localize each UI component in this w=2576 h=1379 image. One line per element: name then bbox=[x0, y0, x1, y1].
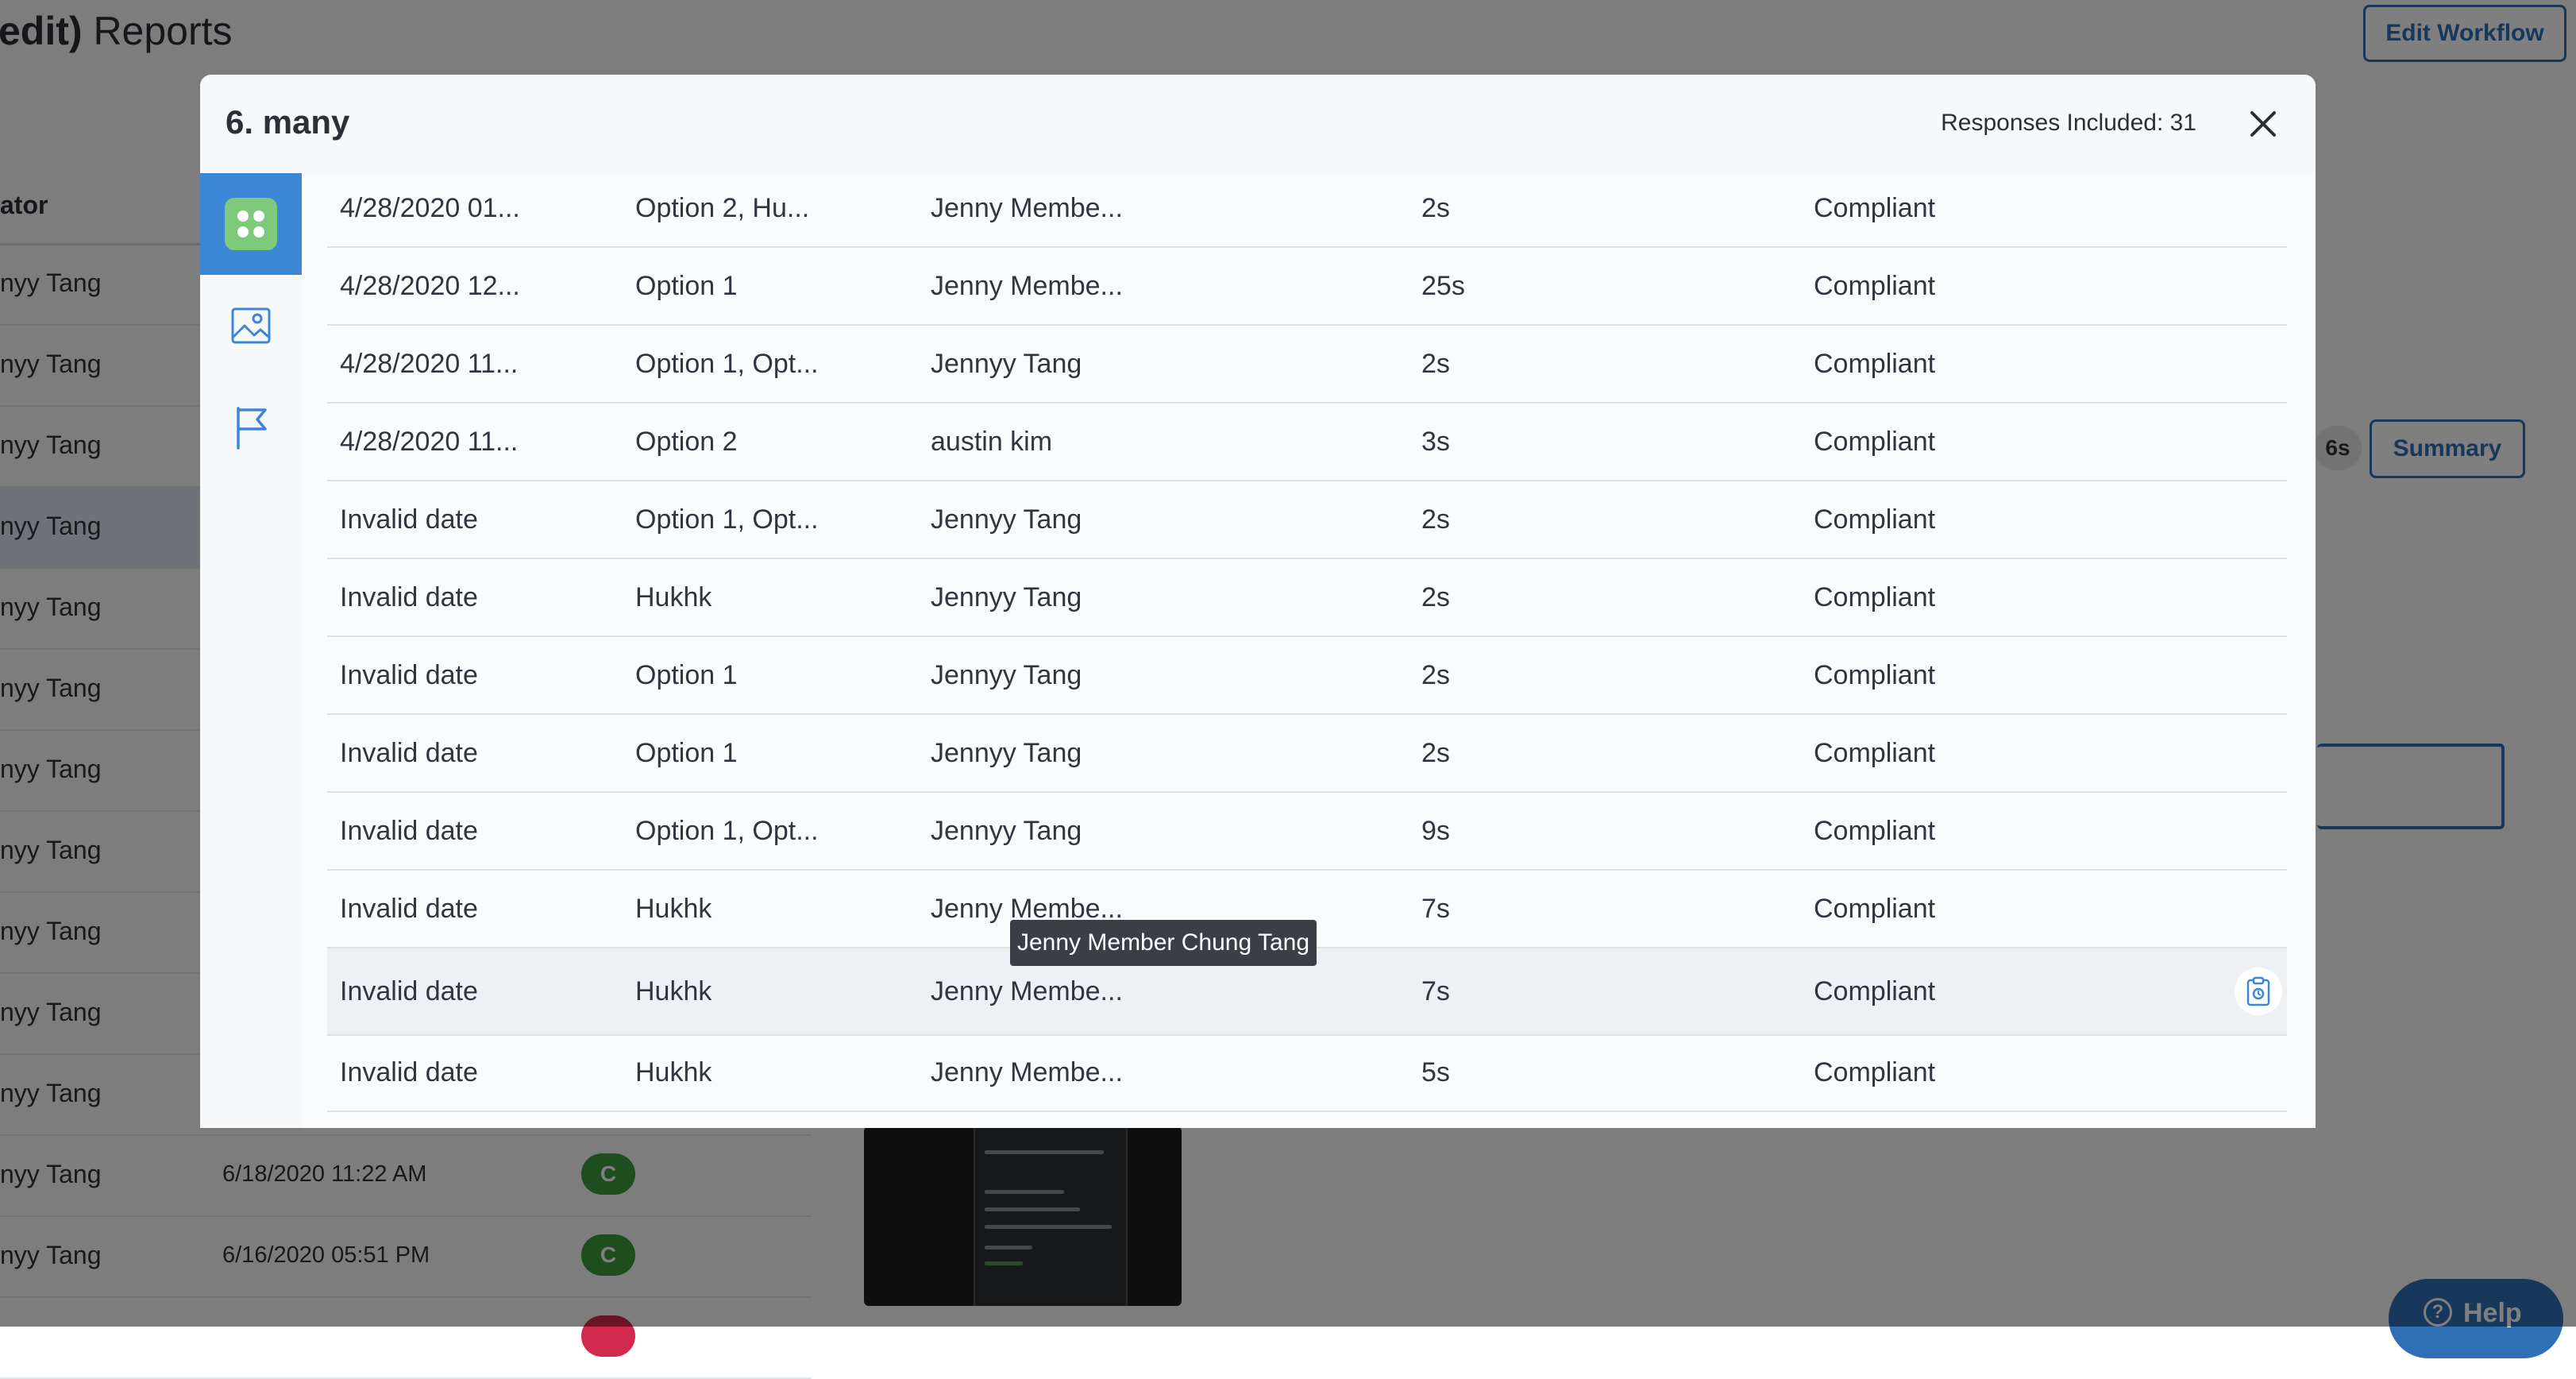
status-cell: Compliant bbox=[1814, 581, 1936, 612]
table-row[interactable]: 4/28/2020 12... Option 1 Jenny Membe... 25s… bbox=[327, 248, 2287, 326]
duration-cell: 2s bbox=[1421, 737, 1450, 768]
name-cell: Jenny Membe... bbox=[931, 192, 1123, 223]
table-row[interactable]: Invalid date Option 1 Jennyy Tang 2s Complia… bbox=[327, 637, 2287, 715]
duration-cell: 9s bbox=[1421, 815, 1450, 846]
date-cell: 4/28/2020 12... bbox=[340, 270, 520, 301]
duration-cell: 5s bbox=[1421, 1056, 1450, 1087]
duration-cell: 7s bbox=[1421, 975, 1450, 1006]
option-cell: Option 1 bbox=[635, 270, 738, 301]
status-cell: Compliant bbox=[1814, 815, 1936, 846]
modal-title: 6. many bbox=[226, 103, 350, 141]
name-cell: Jenny Membe... bbox=[931, 1056, 1123, 1087]
duration-cell: 2s bbox=[1421, 348, 1450, 379]
name-cell: Jennyy Tang bbox=[931, 504, 1082, 535]
table-row[interactable]: Invalid date Option 1, Opt... Jennyy Tang 2… bbox=[327, 481, 2287, 559]
sidebar-tab-flags[interactable] bbox=[200, 377, 302, 478]
name-cell: austin kim bbox=[931, 426, 1053, 457]
option-cell: Option 1, Opt... bbox=[635, 815, 819, 846]
option-cell: Option 2 bbox=[635, 426, 738, 457]
date-cell: Invalid date bbox=[340, 1056, 478, 1087]
duration-cell: 2s bbox=[1421, 504, 1450, 535]
date-cell: Invalid date bbox=[340, 504, 478, 535]
duration-cell: 7s bbox=[1421, 893, 1450, 924]
option-cell: Option 1, Opt... bbox=[635, 504, 819, 535]
option-cell: Option 2, Hu... bbox=[635, 192, 810, 223]
table-row[interactable]: 4/28/2020 11... Option 1, Opt... Jennyy Ta… bbox=[327, 326, 2287, 404]
status-cell: Compliant bbox=[1814, 893, 1936, 924]
option-cell: Option 1 bbox=[635, 659, 738, 690]
status-cell: Compliant bbox=[1814, 1056, 1936, 1087]
table-row[interactable]: 4/28/2020 11... Option 2 austin kim 3s Compl… bbox=[327, 404, 2287, 481]
name-tooltip: Jenny Member Chung Tang bbox=[1010, 920, 1317, 966]
table-row[interactable]: Invalid date Hukhk Jennyy Tang 2s Compliant bbox=[327, 559, 2287, 637]
duration-cell: 25s bbox=[1421, 270, 1465, 301]
date-cell: 4/28/2020 01... bbox=[340, 192, 520, 223]
clipboard-icon[interactable] bbox=[2235, 968, 2282, 1015]
table-row[interactable]: Invalid date Option 1, Opt... Jennyy Tang 9… bbox=[327, 793, 2287, 871]
name-cell: Jenny Membe... bbox=[931, 270, 1123, 301]
option-cell: Option 1, Opt... bbox=[635, 348, 819, 379]
date-cell: 4/28/2020 11... bbox=[340, 426, 519, 457]
status-cell: Compliant bbox=[1814, 192, 1936, 223]
status-cell: Compliant bbox=[1814, 348, 1936, 379]
sidebar-tab-responses[interactable] bbox=[200, 173, 302, 275]
name-cell: Jennyy Tang bbox=[931, 581, 1082, 612]
name-cell: Jennyy Tang bbox=[931, 815, 1082, 846]
name-cell: Jennyy Tang bbox=[931, 348, 1082, 379]
status-cell: Compliant bbox=[1814, 270, 1936, 301]
status-cell: Compliant bbox=[1814, 975, 1936, 1006]
table-row[interactable]: Invalid date Hukhk Jenny Membe... 5s Complia… bbox=[327, 1034, 2287, 1112]
date-cell: 4/28/2020 11... bbox=[340, 348, 519, 379]
option-cell: Hukhk bbox=[635, 1056, 712, 1087]
table-row[interactable]: 4/28/2020 01... Option 2, Hu... Jenny Memb… bbox=[327, 170, 2287, 248]
duration-cell: 3s bbox=[1421, 426, 1450, 457]
duration-cell: 2s bbox=[1421, 581, 1450, 612]
sidebar-tab-images[interactable] bbox=[200, 275, 302, 377]
date-cell: Invalid date bbox=[340, 737, 478, 768]
status-cell: Compliant bbox=[1814, 737, 1936, 768]
responses-table: 4/28/2020 01... Option 2, Hu... Jenny Memb… bbox=[302, 173, 2316, 1128]
date-cell: Invalid date bbox=[340, 581, 478, 612]
modal-sidebar bbox=[200, 173, 303, 1128]
close-icon[interactable] bbox=[2246, 106, 2281, 141]
option-cell: Hukhk bbox=[635, 975, 712, 1006]
date-cell: Invalid date bbox=[340, 659, 478, 690]
status-cell: Compliant bbox=[1814, 426, 1936, 457]
responses-modal: 6. many Responses Included: 31 4/28/2020… bbox=[200, 75, 2316, 1128]
duration-cell: 2s bbox=[1421, 192, 1450, 223]
flag-icon bbox=[237, 407, 267, 450]
image-icon bbox=[231, 307, 271, 344]
modal-header: 6. many Responses Included: 31 bbox=[200, 75, 2316, 175]
grid-icon bbox=[225, 198, 277, 250]
status-cell: Compliant bbox=[1814, 504, 1936, 535]
option-cell: Hukhk bbox=[635, 581, 712, 612]
date-cell: Invalid date bbox=[340, 893, 478, 924]
responses-included-count: Responses Included: 31 bbox=[1941, 110, 2196, 136]
date-cell: Invalid date bbox=[340, 815, 478, 846]
status-cell: Compliant bbox=[1814, 659, 1936, 690]
option-cell: Option 1 bbox=[635, 737, 738, 768]
option-cell: Hukhk bbox=[635, 893, 712, 924]
date-cell: Invalid date bbox=[340, 975, 478, 1006]
table-row[interactable]: Invalid date Option 1 Jennyy Tang 2s Complia… bbox=[327, 715, 2287, 793]
name-cell: Jennyy Tang bbox=[931, 737, 1082, 768]
duration-cell: 2s bbox=[1421, 659, 1450, 690]
name-cell: Jennyy Tang bbox=[931, 659, 1082, 690]
